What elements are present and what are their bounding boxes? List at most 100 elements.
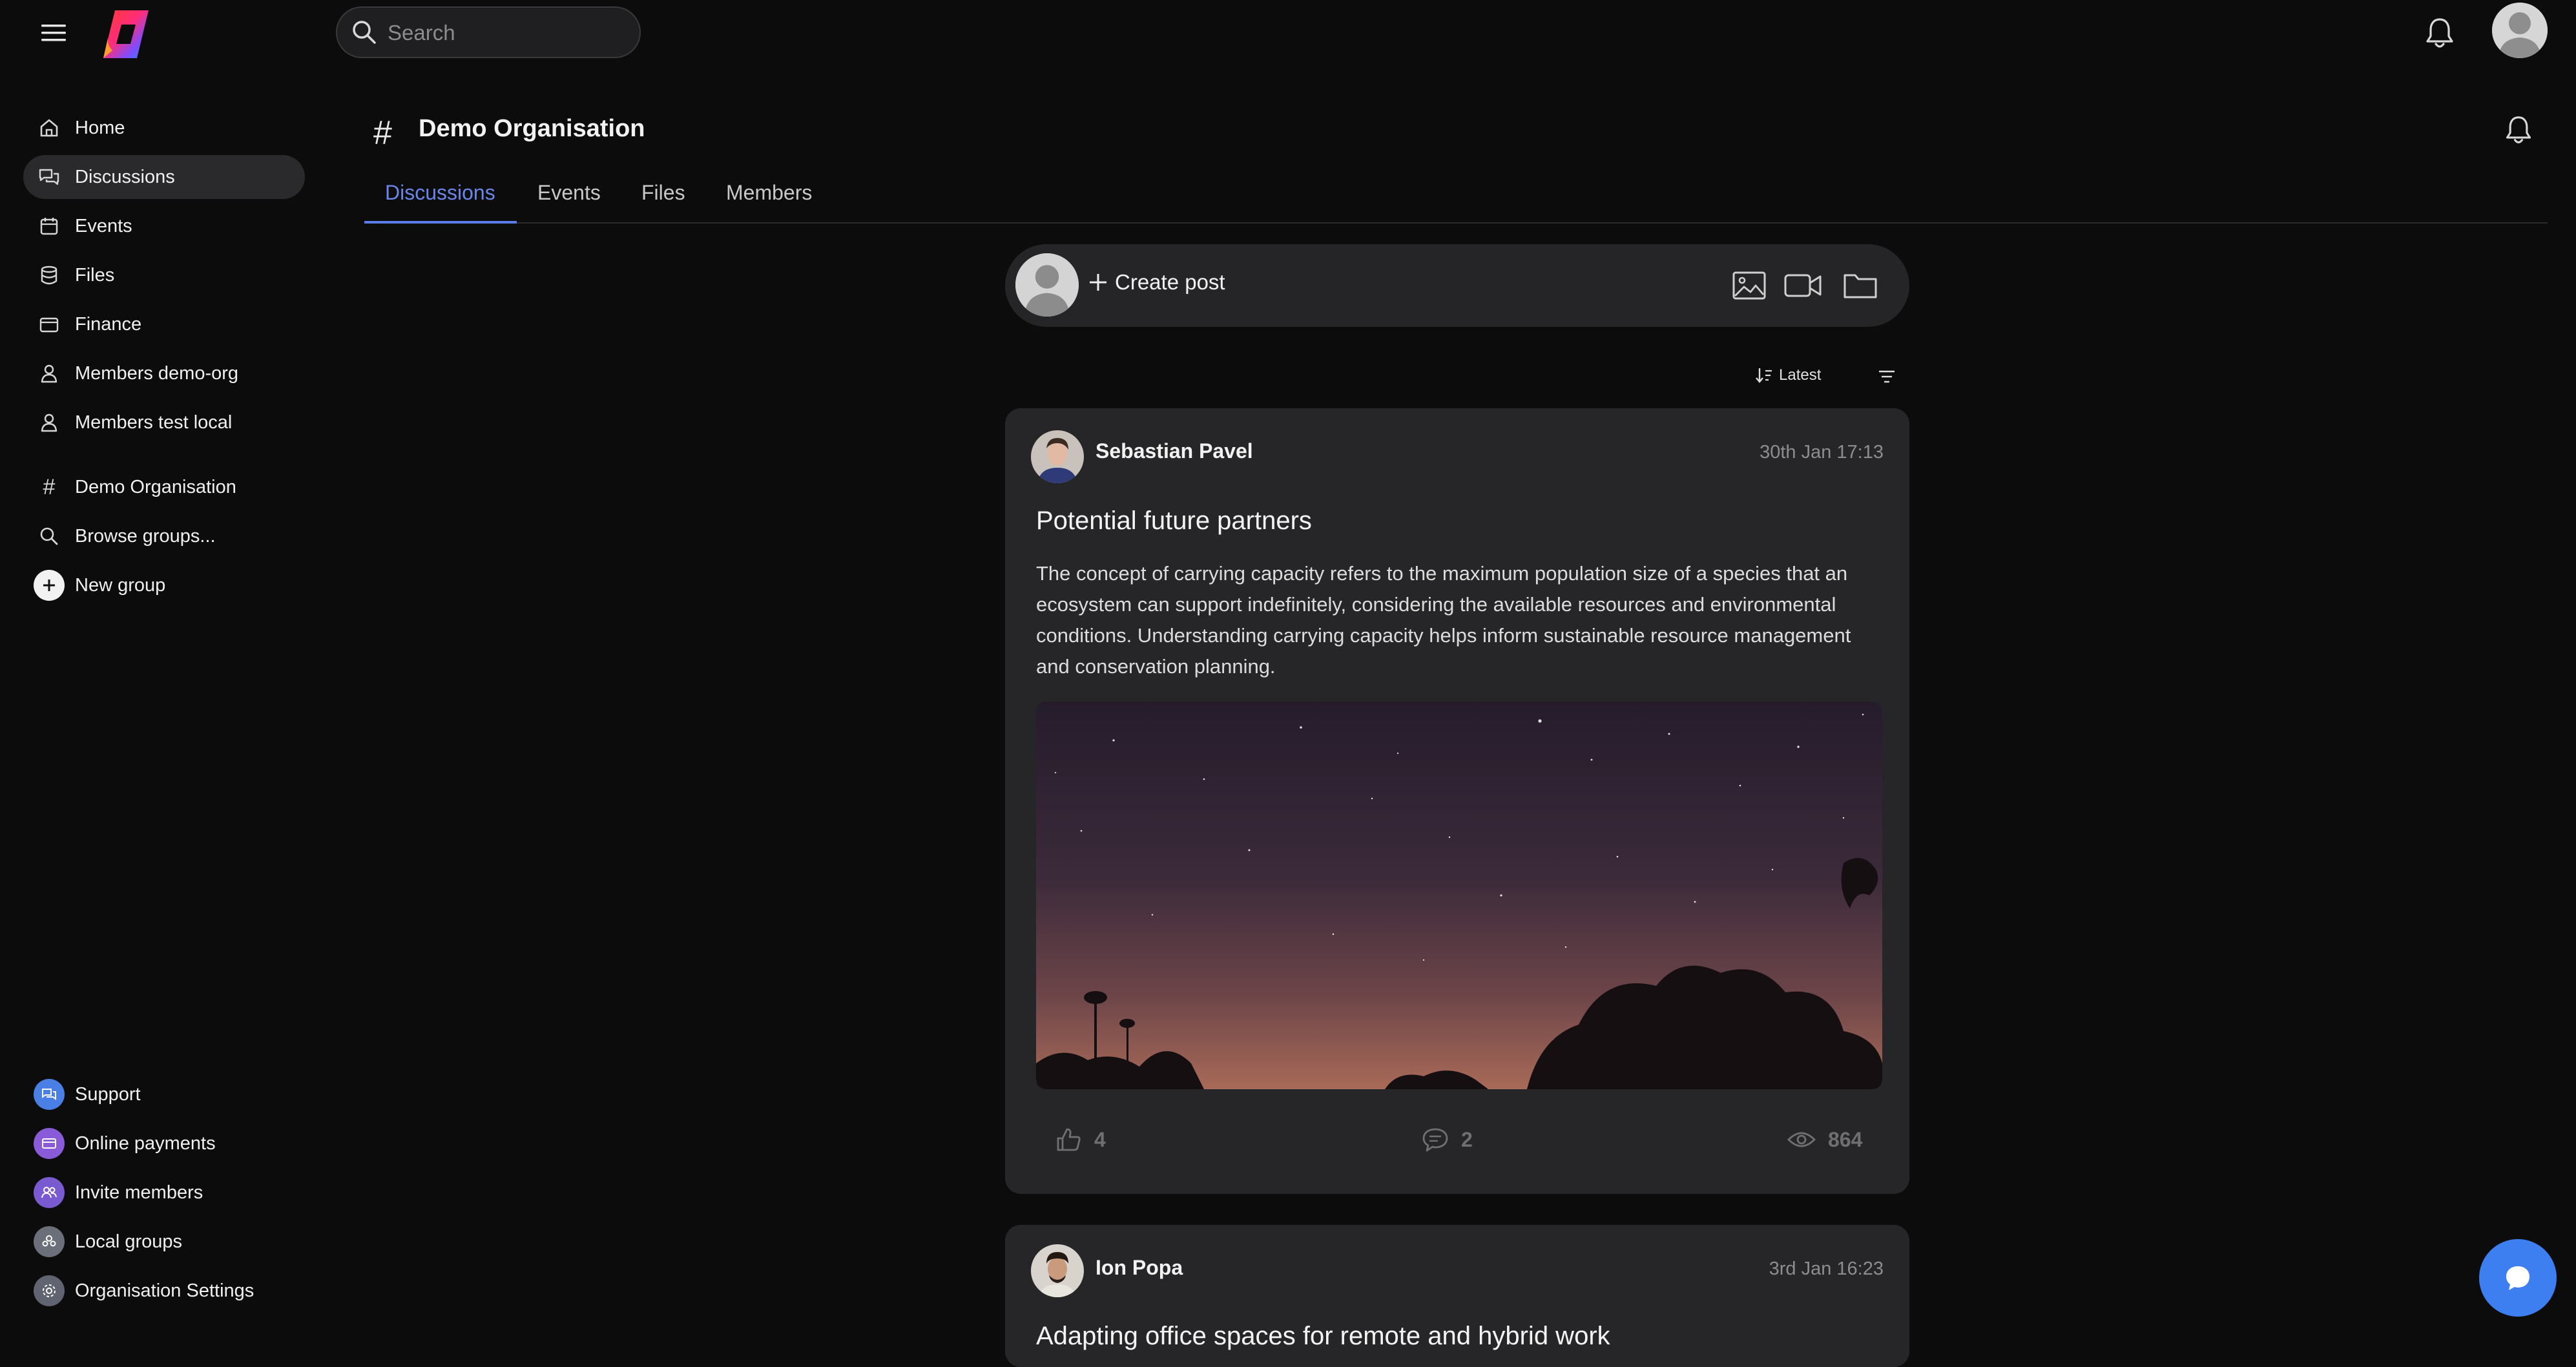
app-logo[interactable] <box>97 5 155 63</box>
hash-icon: # <box>373 114 392 152</box>
author-name[interactable]: Sebastian Pavel <box>1096 439 1253 463</box>
sort-descending-icon <box>1756 368 1772 383</box>
sidebar-item-label: Finance <box>75 313 142 335</box>
create-post-label: Create post <box>1115 270 1225 294</box>
search-icon <box>353 21 376 44</box>
author-avatar[interactable] <box>1031 1244 1084 1297</box>
sort-dropdown[interactable]: Latest <box>1754 366 1821 385</box>
comment-count: 2 <box>1461 1127 1473 1151</box>
view-counter: 864 <box>1787 1125 1862 1154</box>
folder-icon <box>1844 274 1877 298</box>
sidebar-item-members-demo-org[interactable]: Members demo-org <box>23 351 305 395</box>
view-count: 864 <box>1828 1127 1863 1151</box>
composer-avatar <box>1015 253 1079 317</box>
calendar-icon <box>23 215 75 237</box>
sidebar-item-label: Organisation Settings <box>75 1280 254 1301</box>
group-notifications-button[interactable] <box>2504 114 2533 146</box>
avatar-silhouette-icon <box>2492 3 2548 58</box>
sidebar-item-finance[interactable]: Finance <box>23 302 305 346</box>
tab-events[interactable]: Events <box>537 181 601 205</box>
search-icon <box>23 525 75 547</box>
comment-button[interactable]: 2 <box>1421 1125 1473 1154</box>
sidebar-item-label: Support <box>75 1083 141 1105</box>
image-icon <box>1732 271 1766 300</box>
avatar-photo-icon <box>1031 430 1084 483</box>
home-icon <box>23 117 75 139</box>
create-post-bar[interactable]: Create post <box>1005 244 1909 327</box>
like-count: 4 <box>1094 1127 1106 1151</box>
tab-files[interactable]: Files <box>641 181 685 205</box>
sidebar-new-group[interactable]: New group <box>23 563 305 607</box>
sidebar-item-events[interactable]: Events <box>23 204 305 248</box>
like-button[interactable]: 4 <box>1054 1125 1106 1154</box>
search-input[interactable] <box>386 8 621 58</box>
local-groups-icon <box>23 1226 75 1257</box>
filter-button[interactable] <box>1877 367 1896 386</box>
sidebar-item-home[interactable]: Home <box>23 106 305 150</box>
active-tab-indicator <box>364 221 517 224</box>
sidebar-browse-groups[interactable]: Browse groups... <box>23 514 305 558</box>
sidebar-group-demo-organisation[interactable]: # Demo Organisation <box>23 465 305 509</box>
video-icon <box>1784 274 1822 297</box>
tab-members[interactable]: Members <box>726 181 812 205</box>
person-icon <box>23 412 75 433</box>
post-image[interactable] <box>1036 702 1882 1089</box>
chat-bubble-icon <box>2506 1266 2529 1290</box>
sidebar-item-discussions[interactable]: Discussions <box>23 155 305 199</box>
person-icon <box>23 362 75 384</box>
author-avatar[interactable] <box>1031 430 1084 483</box>
notifications-button[interactable] <box>2424 16 2456 50</box>
sidebar-item-label: Browse groups... <box>75 525 216 547</box>
post-title[interactable]: Adapting office spaces for remote and hy… <box>1036 1322 1610 1351</box>
sidebar-item-label: Members test local <box>75 412 233 433</box>
sidebar-item-label: Online payments <box>75 1132 216 1154</box>
sidebar-item-members-test-local[interactable]: Members test local <box>23 401 305 444</box>
add-file-button[interactable] <box>1842 270 1878 301</box>
sidebar-item-label: Invite members <box>75 1182 203 1203</box>
filter-icon <box>1879 370 1895 383</box>
post-card[interactable]: Ion Popa 3rd Jan 16:23 Adapting office s… <box>1005 1225 1909 1367</box>
sidebar-item-online-payments[interactable]: Online payments <box>23 1122 305 1165</box>
bell-icon <box>2506 116 2531 143</box>
menu-button[interactable] <box>37 17 70 49</box>
sidebar-item-label: Discussions <box>75 166 175 187</box>
night-sky-photo <box>1036 702 1882 1089</box>
search-bar[interactable] <box>336 6 641 58</box>
chat-fab-button[interactable] <box>2479 1239 2557 1317</box>
sidebar-item-files[interactable]: Files <box>23 253 305 297</box>
bell-icon <box>2426 18 2453 48</box>
sidebar-item-label: Files <box>75 264 115 286</box>
author-name[interactable]: Ion Popa <box>1096 1256 1183 1280</box>
sidebar-item-label: Home <box>75 117 125 138</box>
post-card[interactable]: Sebastian Pavel 30th Jan 17:13 Potential… <box>1005 408 1909 1194</box>
page-title: Demo Organisation <box>419 115 645 142</box>
sidebar-item-label: Events <box>75 215 132 236</box>
logo-icon <box>103 10 149 58</box>
post-body: The concept of carrying capacity refers … <box>1036 562 1851 678</box>
database-icon <box>23 264 75 286</box>
tab-divider <box>364 222 2548 224</box>
hash-icon: # <box>43 474 56 499</box>
support-icon <box>23 1079 75 1110</box>
add-video-button[interactable] <box>1783 270 1824 301</box>
user-avatar[interactable] <box>2492 3 2548 58</box>
sidebar-item-support[interactable]: Support <box>23 1072 305 1116</box>
avatar-photo-icon <box>1031 1244 1084 1297</box>
create-post-button[interactable]: Create post <box>1088 270 1225 295</box>
wallet-icon <box>23 313 75 335</box>
sidebar-item-label: Demo Organisation <box>75 476 236 497</box>
post-date: 3rd Jan 16:23 <box>1769 1258 1884 1279</box>
tab-discussions[interactable]: Discussions <box>385 181 495 205</box>
eye-icon <box>1787 1132 1816 1147</box>
post-title[interactable]: Potential future partners <box>1036 506 1312 536</box>
sort-label: Latest <box>1779 366 1822 384</box>
chat-icon <box>23 166 75 188</box>
sidebar-item-invite-members[interactable]: Invite members <box>23 1171 305 1215</box>
payments-icon <box>23 1128 75 1159</box>
plus-circle-icon <box>23 570 75 601</box>
sidebar-item-label: Local groups <box>75 1231 183 1252</box>
settings-gear-icon <box>23 1275 75 1306</box>
sidebar-item-local-groups[interactable]: Local groups <box>23 1220 305 1264</box>
add-image-button[interactable] <box>1731 270 1767 301</box>
sidebar-item-organisation-settings[interactable]: Organisation Settings <box>23 1269 305 1313</box>
